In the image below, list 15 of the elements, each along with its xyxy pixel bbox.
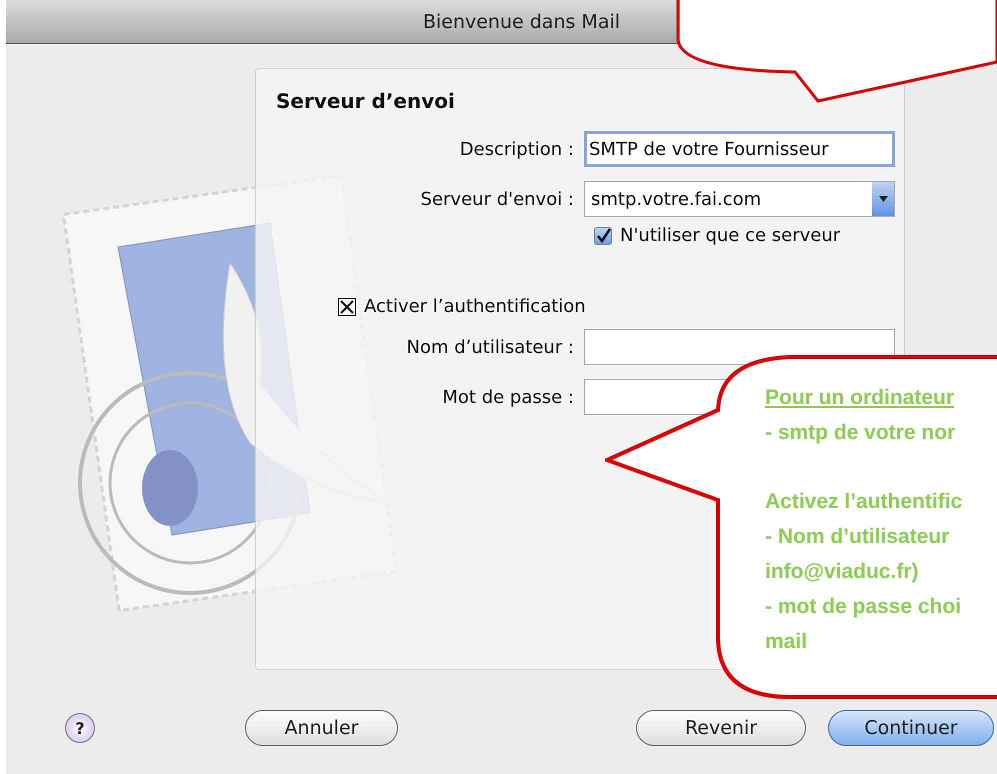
annotation-text: - Nom d’utilisateur [765, 524, 950, 550]
annotation-text: Pour un ordinateur [765, 385, 954, 411]
window-title: Bienvenue dans Mail [422, 10, 620, 32]
field-label: Nom d’utilisateur : [406, 336, 575, 358]
annotation-text: mail [765, 629, 808, 655]
checkbox-label: Activer l’authentification [364, 296, 586, 317]
checkbox-label: N'utiliser que ce serveur [620, 225, 840, 246]
field-label: Description : [458, 138, 575, 160]
section-heading: Serveur d’envoi [276, 89, 456, 113]
annotation-text: - smtp de votre nor [765, 420, 956, 446]
field-label: Mot de passe : [441, 386, 575, 408]
annotation-text: - mot de passe choi [765, 594, 962, 620]
field-label: Serveur d'envoi : [420, 188, 575, 210]
annotation-text: info@viaduc.fr) [765, 559, 918, 585]
annotation-text: Activez l’authentific [765, 489, 962, 515]
